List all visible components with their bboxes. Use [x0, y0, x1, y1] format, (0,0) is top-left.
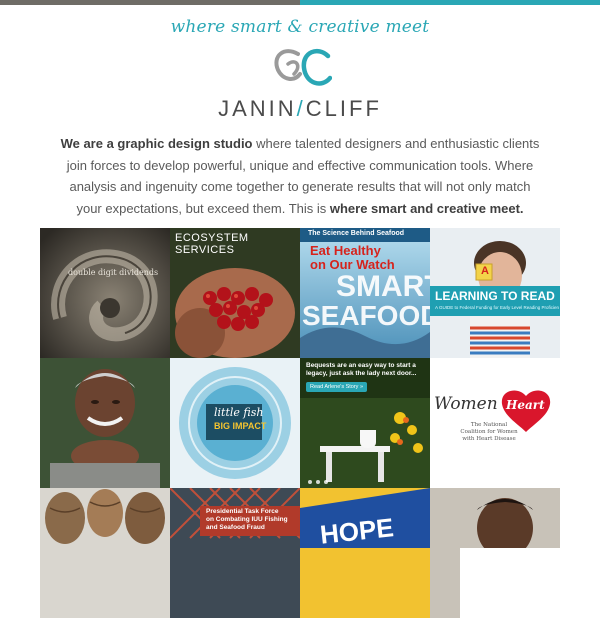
tile-title-line-2: SERVICES — [175, 244, 235, 256]
portfolio-tile-smart-seafood[interactable]: The Science Behind Seafood Eat Healthy o… — [300, 228, 430, 358]
brand-name-right: CLIFF — [305, 96, 382, 121]
tile-big-word-2: SEAFOOD — [302, 300, 430, 331]
portfolio-tile-shells[interactable] — [40, 488, 170, 618]
tile-line-2: BIG IMPACT — [214, 421, 267, 431]
tile-message: Bequests are an easy way to start a lega… — [306, 362, 416, 378]
intro-bold-lead: We are a graphic design studio — [60, 136, 253, 151]
intro-bold-tail: where smart and creative meet. — [329, 200, 524, 216]
tile-kicker: The Science Behind Seafood — [308, 230, 405, 237]
brand-heart: Heart — [506, 398, 545, 412]
portfolio-grid: double digit dividends ECOSYSTEM SERVICE… — [40, 228, 560, 618]
tile-line-1: little fish — [214, 406, 264, 419]
tile-headline-line-1: Eat Healthy — [310, 243, 381, 258]
tile-title-line-1: Presidential Task Force — [206, 508, 279, 515]
tile-title: ECOSYSTEM SERVICES — [175, 232, 249, 256]
tile-big-word-1: SMART — [336, 270, 430, 303]
tile-title-line-3: and Seafood Fraud — [206, 524, 265, 531]
top-color-bar — [0, 0, 600, 5]
tile-headline: Eat Healthy on Our Watch — [310, 244, 395, 272]
portfolio-tile-iuu-fishing[interactable]: Presidential Task Force on Combating IUU… — [170, 488, 300, 618]
tile-title-line-2: on Combating IUU Fishing — [206, 516, 288, 523]
tile-message-line-2: legacy, just ask the lady next door... — [306, 370, 417, 377]
top-bar-gray-segment — [0, 0, 300, 5]
portfolio-tile-double-digit-dividends[interactable]: double digit dividends — [40, 228, 170, 358]
hope-sign-image — [300, 488, 430, 618]
portfolio-tile-learning-to-read[interactable]: A LEARNING TO READ A GUIDE to Federal Fu… — [430, 228, 560, 358]
man-portrait-image — [430, 488, 560, 618]
tile-subtitle: A GUIDE to Federal Funding for Early Lev… — [435, 305, 559, 310]
tile-title-line-1: ECOSYSTEM — [175, 232, 249, 244]
brand-name-left: JANIN — [218, 96, 297, 121]
tile-title: LEARNING TO READ — [435, 289, 555, 303]
janin-cliff-logo-icon[interactable] — [270, 44, 332, 92]
portfolio-tile-portrait-man-2[interactable] — [430, 488, 560, 618]
brand-women: Women — [434, 394, 498, 414]
tile-caption: double digit dividends — [68, 268, 159, 277]
tile-subtitle-line-1: The National — [470, 422, 508, 428]
tagline: where smart & creative meet — [170, 17, 430, 37]
letter-block-label: A — [481, 265, 489, 277]
tile-title: Presidential Task Force on Combating IUU… — [206, 508, 288, 532]
portfolio-tile-womenheart[interactable]: Women Heart The National Coalition for W… — [430, 358, 560, 488]
tile-subtitle: The National Coalition for Women with He… — [444, 422, 534, 443]
tile-subtitle-line-2: Coalition for Women — [460, 429, 518, 435]
portfolio-tile-little-fish-big-impact[interactable]: little fish BIG IMPACT — [170, 358, 300, 488]
portfolio-tile-bequests[interactable]: Bequests are an easy way to start a lega… — [300, 358, 430, 488]
portfolio-tile-ecosystem-services[interactable]: ECOSYSTEM SERVICES — [170, 228, 300, 358]
smiling-man-portrait-image — [40, 358, 170, 488]
portfolio-tile-portrait-man[interactable] — [40, 358, 170, 488]
top-bar-teal-segment — [300, 0, 600, 5]
ram-horn-image — [40, 228, 170, 358]
brand-separator: / — [296, 96, 306, 121]
tile-subtitle-line-3: with Heart Disease — [462, 436, 516, 442]
intro-paragraph: We are a graphic design studio where tal… — [60, 133, 540, 219]
read-story-button[interactable]: Read Arlene's Story » — [306, 382, 368, 392]
portfolio-tile-hope[interactable]: HOPE — [300, 488, 430, 618]
shells-image — [40, 488, 170, 618]
brand-wordmark: JANIN/CLIFF — [0, 96, 600, 122]
tile-message-line-1: Bequests are an easy way to start a — [306, 362, 416, 369]
